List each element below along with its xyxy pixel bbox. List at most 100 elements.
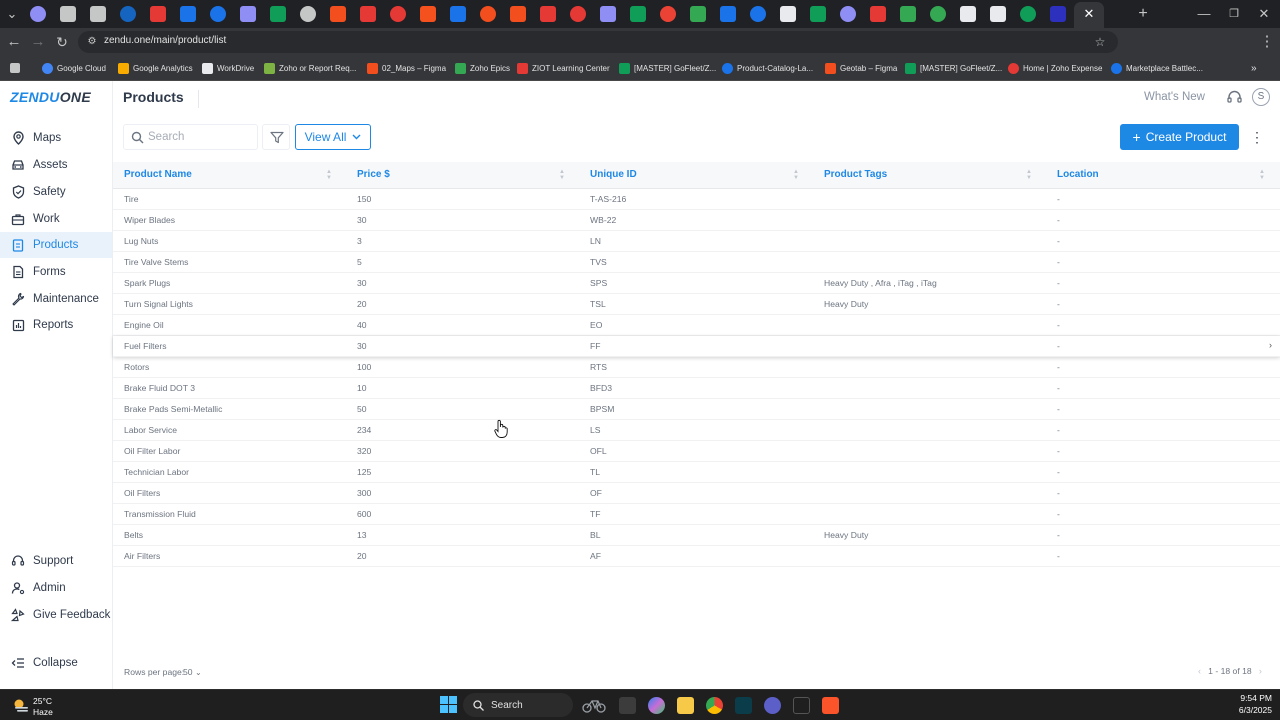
bookmark-item[interactable]: [MASTER] GoFleet/Z...: [905, 60, 1002, 76]
sidebar-item-assets[interactable]: Assets: [0, 152, 112, 178]
column-header-product-tags[interactable]: Product Tags: [824, 169, 887, 180]
sidebar-item-give-feedback[interactable]: Give Feedback: [0, 602, 112, 628]
sidebar-item-reports[interactable]: Reports: [0, 312, 112, 338]
bookmark-item[interactable]: Marketplace Battlec...: [1111, 60, 1203, 76]
tab-favicon-icon[interactable]: [210, 6, 226, 22]
sidebar-item-products[interactable]: Products: [0, 232, 112, 258]
sidebar-item-work[interactable]: Work: [0, 206, 112, 232]
tab-favicon-icon[interactable]: [930, 6, 946, 22]
tab-favicon-icon[interactable]: [450, 6, 466, 22]
bookmark-item[interactable]: [MASTER] GoFleet/Z...: [619, 60, 716, 76]
tab-favicon-icon[interactable]: [810, 6, 826, 22]
sort-icon[interactable]: ▲ ▼: [558, 169, 566, 182]
forward-icon[interactable]: →: [28, 32, 48, 52]
table-row[interactable]: Tire 150 T-AS-216 -: [113, 189, 1280, 210]
tab-favicon-icon[interactable]: [510, 6, 526, 22]
apps-grid-icon[interactable]: [10, 60, 20, 76]
sidebar-item-support[interactable]: Support: [0, 548, 112, 574]
tab-favicon-icon[interactable]: [540, 6, 556, 22]
chrome-icon[interactable]: [706, 697, 723, 714]
create-product-button[interactable]: + Create Product: [1120, 124, 1239, 150]
table-row[interactable]: Brake Fluid DOT 3 10 BFD3 -: [113, 378, 1280, 399]
tab-favicon-icon[interactable]: [840, 6, 856, 22]
figma-icon[interactable]: [793, 697, 810, 714]
windows-start-icon[interactable]: [440, 696, 457, 713]
table-row[interactable]: Air Filters 20 AF -: [113, 546, 1280, 567]
tab-favicon-icon[interactable]: [480, 6, 496, 22]
collapse-sidebar-button[interactable]: Collapse: [0, 650, 112, 676]
address-bar[interactable]: ⚙ zendu.one/main/product/list ☆: [78, 31, 1118, 53]
bookmark-item[interactable]: WorkDrive: [202, 60, 254, 76]
sidebar-item-maps[interactable]: Maps: [0, 125, 112, 151]
row-arrow-icon[interactable]: ›: [1269, 340, 1272, 350]
column-header-unique-id[interactable]: Unique ID: [590, 169, 637, 180]
close-tab-icon[interactable]: ✕: [1079, 5, 1099, 23]
table-row[interactable]: Belts 13 BL Heavy Duty -: [113, 525, 1280, 546]
rows-per-page-select[interactable]: 50 ⌄: [183, 667, 202, 677]
tab-favicon-icon[interactable]: [600, 6, 616, 22]
tab-favicon-icon[interactable]: [360, 6, 376, 22]
sort-icon[interactable]: ▲ ▼: [792, 169, 800, 182]
sidebar-item-safety[interactable]: Safety: [0, 179, 112, 205]
back-icon[interactable]: ←: [4, 32, 24, 52]
prev-page-icon[interactable]: ‹: [1198, 666, 1201, 676]
filter-button[interactable]: [262, 124, 290, 150]
tab-favicon-icon[interactable]: [90, 6, 106, 22]
new-tab-icon[interactable]: +: [1133, 5, 1153, 23]
bookmark-item[interactable]: Google Analytics: [118, 60, 193, 76]
sort-icon[interactable]: ▲ ▼: [325, 169, 333, 182]
tab-favicon-icon[interactable]: [150, 6, 166, 22]
url-text[interactable]: zendu.one/main/product/list: [104, 35, 226, 46]
tab-favicon-icon[interactable]: [870, 6, 886, 22]
more-options-icon[interactable]: ⋮: [1248, 126, 1266, 148]
column-header-product-name[interactable]: Product Name: [124, 169, 192, 180]
weather-widget[interactable]: 25°C Haze: [12, 694, 72, 718]
zenduone-logo[interactable]: ZENDUONE: [10, 89, 91, 105]
window-close-icon[interactable]: ✕: [1254, 5, 1274, 23]
tab-favicon-icon[interactable]: [30, 6, 46, 22]
task-view-icon[interactable]: [619, 697, 636, 714]
whats-new-link[interactable]: What's New: [1144, 91, 1205, 103]
file-explorer-icon[interactable]: [677, 697, 694, 714]
bookmark-item[interactable]: 02_Maps – Figma: [367, 60, 446, 76]
more-bookmarks-icon[interactable]: »: [1251, 60, 1257, 76]
table-row[interactable]: Fuel Filters 30 FF - ›: [113, 336, 1280, 357]
tab-favicon-icon[interactable]: [180, 6, 196, 22]
tab-favicon-icon[interactable]: [960, 6, 976, 22]
tab-favicon-icon[interactable]: [120, 6, 136, 22]
tab-favicon-icon[interactable]: [270, 6, 286, 22]
table-row[interactable]: Labor Service 234 LS -: [113, 420, 1280, 441]
sidebar-item-forms[interactable]: Forms: [0, 259, 112, 285]
bicycle-icon[interactable]: [582, 697, 606, 714]
table-row[interactable]: Lug Nuts 3 LN -: [113, 231, 1280, 252]
tab-list-icon[interactable]: ⌄: [2, 5, 22, 23]
table-row[interactable]: Transmission Fluid 600 TF -: [113, 504, 1280, 525]
tab-favicon-icon[interactable]: [1050, 6, 1066, 22]
reload-icon[interactable]: ↻: [52, 32, 72, 52]
tab-favicon-icon[interactable]: [570, 6, 586, 22]
sort-icon[interactable]: ▲ ▼: [1258, 169, 1266, 182]
table-row[interactable]: Oil Filter Labor 320 OFL -: [113, 441, 1280, 462]
tab-favicon-icon[interactable]: [300, 6, 316, 22]
bookmark-item[interactable]: Geotab – Figma: [825, 60, 897, 76]
column-header-location[interactable]: Location: [1057, 169, 1099, 180]
table-row[interactable]: Tire Valve Stems 5 TVS -: [113, 252, 1280, 273]
sort-icon[interactable]: ▲ ▼: [1025, 169, 1033, 182]
tab-favicon-icon[interactable]: [630, 6, 646, 22]
bookmark-star-icon[interactable]: ☆: [1094, 36, 1106, 48]
table-row[interactable]: Spark Plugs 30 SPS Heavy Duty , Afra , iTag…: [113, 273, 1280, 294]
column-header-price[interactable]: Price $: [357, 169, 390, 180]
headset-icon[interactable]: [1226, 89, 1243, 106]
bookmark-item[interactable]: Product-Catalog-La...: [722, 60, 813, 76]
tab-favicon-icon[interactable]: [60, 6, 76, 22]
tab-favicon-icon[interactable]: [420, 6, 436, 22]
search-input[interactable]: [148, 128, 254, 146]
browser-menu-icon[interactable]: ⋮: [1257, 32, 1277, 52]
bookmark-item[interactable]: Zoho Epics: [455, 60, 510, 76]
view-all-dropdown[interactable]: View All: [295, 124, 371, 150]
site-info-icon[interactable]: ⚙: [86, 36, 98, 48]
table-row[interactable]: Wiper Blades 30 WB-22 -: [113, 210, 1280, 231]
tab-favicon-icon[interactable]: [690, 6, 706, 22]
table-row[interactable]: Rotors 100 RTS -: [113, 357, 1280, 378]
tab-favicon-icon[interactable]: [390, 6, 406, 22]
